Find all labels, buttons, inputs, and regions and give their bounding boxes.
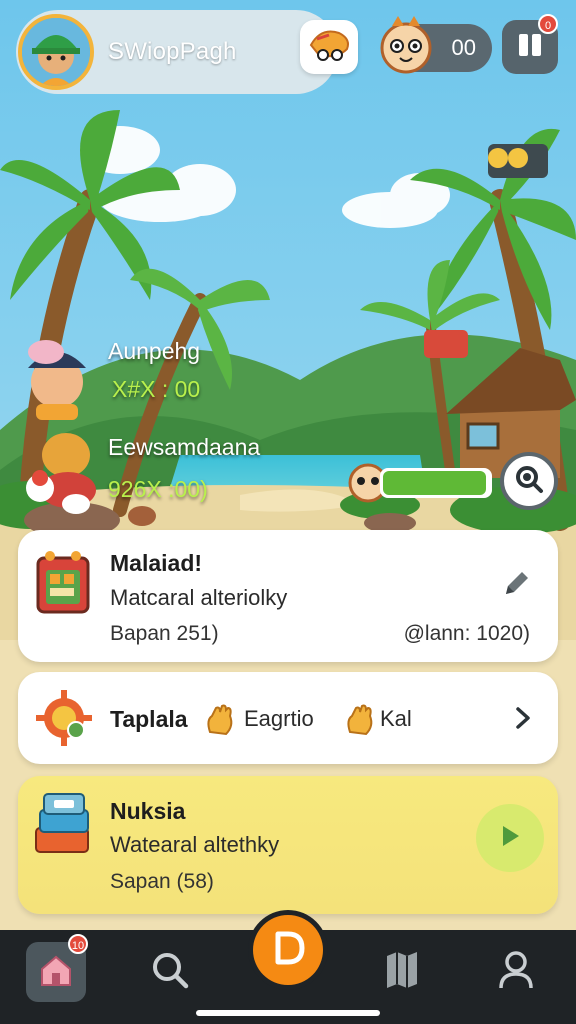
map-icon <box>515 30 545 65</box>
center-action-button[interactable] <box>248 910 328 990</box>
entry2-label: Eewsamdaana <box>108 434 261 460</box>
entry1-score: X#X : 00 <box>112 376 201 402</box>
card1-subtitle: Matcaral alteriolky <box>110 585 288 610</box>
home-badge: 10 <box>68 934 88 954</box>
nav-search[interactable] <box>140 942 200 1002</box>
card2-text-a: Eagrtio <box>244 706 314 731</box>
player-name: SWiopPagh <box>108 38 237 65</box>
card2-title: Taplala <box>110 706 188 732</box>
hand-icon <box>344 702 376 741</box>
card3-title: Nuksia <box>110 798 186 824</box>
card1-meta-left: Bapan 251) <box>110 622 219 645</box>
home-indicator <box>196 1010 380 1016</box>
play-icon <box>499 824 521 853</box>
user-icon <box>497 950 535 995</box>
nav-profile[interactable] <box>486 942 546 1002</box>
calendar-book-icon <box>32 548 98 623</box>
hand-icon <box>204 702 236 741</box>
center-action-inner <box>253 915 323 985</box>
nav-map[interactable] <box>372 942 432 1002</box>
card3-subtitle: Watearal altethky <box>110 832 280 857</box>
nav-home[interactable]: 10 <box>26 934 88 1002</box>
menu-tile-icon <box>307 25 351 70</box>
pencil-icon[interactable] <box>500 568 532 605</box>
entry1-label: Aunpehg <box>108 338 201 364</box>
card1-meta-right: @lann: 1020) <box>403 622 530 645</box>
search-icon <box>150 950 190 995</box>
card2-text-b: Kal <box>380 706 412 731</box>
level-progress-bar <box>380 468 492 498</box>
player-profile-pill[interactable]: SWiopPagh <box>16 10 338 94</box>
search-icon <box>514 464 544 499</box>
map-button[interactable]: 0 <box>502 14 558 74</box>
scene-search-button[interactable] <box>500 452 558 510</box>
sun-badge-icon <box>34 688 94 753</box>
progress-fill <box>383 471 486 495</box>
logo-icon <box>268 928 308 973</box>
card-task-1[interactable]: Malaiad! Matcaral alteriolky Bapan 251) … <box>18 530 558 662</box>
play-button[interactable] <box>476 804 544 872</box>
chevron-right-icon[interactable] <box>514 706 532 735</box>
menu-tile-button[interactable] <box>300 20 358 74</box>
card1-title: Malaiad! <box>110 550 203 576</box>
map-badge: 0 <box>538 14 558 34</box>
card3-meta-left: Sapan (58) <box>110 870 214 893</box>
entry2-score: 926X :00) <box>108 476 208 502</box>
map-icon <box>383 950 421 995</box>
coin-value: 00 <box>451 35 476 60</box>
avatar[interactable] <box>18 14 94 90</box>
coin-mascot-icon <box>378 12 434 76</box>
box-stack-icon <box>32 790 94 861</box>
home-icon <box>38 953 74 992</box>
card-task-3[interactable]: Nuksia Watearal altethky Sapan (58) <box>18 776 558 914</box>
card-task-2[interactable]: Taplala Eagrtio Kal <box>18 672 558 764</box>
